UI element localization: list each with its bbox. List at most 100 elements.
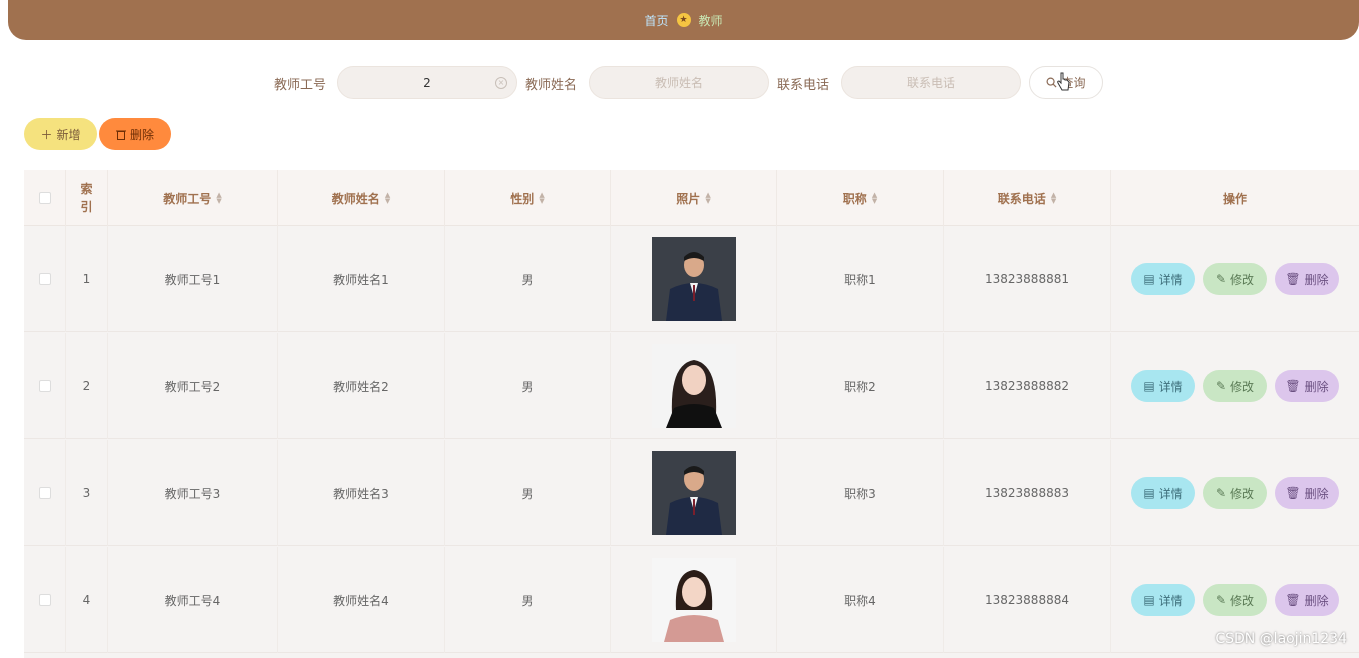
row-select[interactable] — [24, 440, 66, 546]
detail-label: 详情 — [1158, 486, 1183, 501]
row-checkbox[interactable] — [38, 487, 51, 499]
header-gender[interactable]: 性别 ▲ ▼ — [445, 170, 611, 226]
row-checkbox[interactable] — [38, 594, 51, 606]
sort-icon[interactable]: ▲ ▼ — [539, 192, 544, 205]
document-icon: ▤ — [1143, 272, 1155, 286]
delete-button[interactable]: 🗑 删除 — [1275, 584, 1339, 616]
header-photo[interactable]: 照片 ▲ ▼ — [611, 170, 777, 226]
sort-icon[interactable]: ▲ ▼ — [1051, 192, 1056, 205]
header-index: 索引 — [66, 170, 108, 226]
trash-icon — [115, 130, 126, 140]
row-teacher-id: 教师工号2 — [108, 333, 278, 439]
teacher-name-label: 教师姓名 — [525, 78, 578, 93]
row-actions: ▤ 详情 ✎ 修改 🗑 删除 — [1111, 440, 1359, 546]
delete-button[interactable]: 🗑 删除 — [1275, 477, 1339, 509]
row-phone: 13823888884 — [944, 547, 1111, 653]
header-title[interactable]: 职称 ▲ ▼ — [777, 170, 944, 226]
teacher-photo[interactable] — [651, 558, 736, 642]
row-actions: ▤ 详情 ✎ 修改 🗑 删除 — [1111, 333, 1359, 439]
row-photo-cell — [611, 333, 777, 439]
row-teacher-name: 教师姓名4 — [278, 547, 445, 653]
edit-label: 修改 — [1230, 272, 1255, 287]
phone-placeholder: 联系电话 — [906, 76, 955, 90]
delete-label: 删除 — [1304, 272, 1329, 287]
pencil-icon: ✎ — [1215, 486, 1227, 500]
sort-icon[interactable]: ▲ ▼ — [705, 192, 710, 205]
edit-button[interactable]: ✎ 修改 — [1203, 584, 1267, 616]
row-select[interactable] — [24, 547, 66, 653]
delete-label: 删除 — [1304, 593, 1329, 608]
delete-button[interactable]: 🗑 删除 — [1275, 263, 1339, 295]
teacher-id-input[interactable]: 2 × — [337, 66, 517, 99]
row-checkbox[interactable] — [38, 380, 51, 392]
row-teacher-name: 教师姓名3 — [278, 440, 445, 546]
teacher-photo[interactable] — [651, 451, 736, 535]
teacher-name-input[interactable]: 教师姓名 — [589, 66, 769, 99]
row-gender: 男 — [445, 440, 611, 546]
sort-icon[interactable]: ▲ ▼ — [216, 192, 221, 205]
teacher-photo[interactable] — [651, 344, 736, 428]
edit-label: 修改 — [1230, 486, 1255, 501]
header-teacher-name[interactable]: 教师姓名 ▲ ▼ — [278, 170, 445, 226]
detail-button[interactable]: ▤ 详情 — [1131, 263, 1195, 295]
detail-button[interactable]: ▤ 详情 — [1131, 584, 1195, 616]
clear-icon[interactable]: × — [495, 77, 507, 89]
breadcrumb-current: 教师 — [698, 13, 723, 28]
delete-label: 删除 — [1304, 486, 1329, 501]
sort-icon[interactable]: ▲ ▼ — [872, 192, 877, 205]
watermark: CSDN @laojin1234 — [1215, 631, 1347, 647]
header-select-all[interactable] — [24, 170, 66, 226]
teacher-id-label: 教师工号 — [274, 78, 327, 93]
teacher-photo[interactable] — [651, 237, 736, 321]
select-all-checkbox[interactable] — [38, 192, 51, 204]
plus-icon: ＋ — [40, 127, 53, 142]
edit-button[interactable]: ✎ 修改 — [1203, 370, 1267, 402]
row-teacher-name: 教师姓名2 — [278, 333, 445, 439]
row-teacher-id: 教师工号3 — [108, 440, 278, 546]
row-checkbox[interactable] — [38, 273, 51, 285]
pencil-icon: ✎ — [1215, 379, 1227, 393]
row-title: 职称4 — [777, 547, 944, 653]
document-icon: ▤ — [1143, 593, 1155, 607]
batch-delete-button[interactable]: 删除 — [99, 118, 171, 150]
phone-label: 联系电话 — [777, 78, 830, 93]
row-photo-cell — [611, 440, 777, 546]
pencil-icon: ✎ — [1215, 272, 1227, 286]
edit-button[interactable]: ✎ 修改 — [1203, 477, 1267, 509]
teacher-table: 索引 教师工号 ▲ ▼ 教师姓名 ▲ ▼ 性别 ▲ ▼ 照片 ▲ ▼ 职称 ▲ ▼ 联系电话 ▲ ▼ 操… — [24, 170, 1359, 658]
row-phone: 13823888882 — [944, 333, 1111, 439]
add-button[interactable]: ＋ 新增 — [24, 118, 97, 150]
header-teacher-id[interactable]: 教师工号 ▲ ▼ — [108, 170, 278, 226]
detail-button[interactable]: ▤ 详情 — [1131, 477, 1195, 509]
delete-label: 删除 — [1304, 379, 1329, 394]
page: 首页 ★ 教师 教师工号 2 × 教师姓名 教师姓名 联系电话 联系电话 查询 … — [0, 0, 1359, 658]
sort-icon[interactable]: ▲ ▼ — [385, 192, 390, 205]
row-phone: 13823888883 — [944, 440, 1111, 546]
breadcrumb-home[interactable]: 首页 — [644, 12, 668, 29]
row-phone: 13823888881 — [944, 226, 1111, 332]
row-photo-cell — [611, 226, 777, 332]
table-header: 索引 教师工号 ▲ ▼ 教师姓名 ▲ ▼ 性别 ▲ ▼ 照片 ▲ ▼ 职称 ▲ ▼ 联系电话 ▲ ▼ 操… — [24, 170, 1359, 226]
edit-button[interactable]: ✎ 修改 — [1203, 263, 1267, 295]
row-gender: 男 — [445, 226, 611, 332]
header-teacher-id-label: 教师工号 — [163, 191, 212, 206]
header-gender-label: 性别 — [510, 191, 535, 206]
phone-input[interactable]: 联系电话 — [841, 66, 1021, 99]
document-icon: ▤ — [1143, 486, 1155, 500]
table-row: 1 教师工号1 教师姓名1 男职称1 13823888881 ▤ 详情 ✎ 修改 🗑 删除 — [24, 226, 1359, 332]
delete-label: 删除 — [129, 127, 154, 142]
row-teacher-id: 教师工号4 — [108, 547, 278, 653]
table-row: 2 教师工号2 教师姓名2 男职称2 13823888882 ▤ 详情 ✎ 修改 🗑 删除 — [24, 333, 1359, 439]
header-teacher-name-label: 教师姓名 — [331, 191, 380, 206]
hand-cursor-icon — [1057, 72, 1070, 91]
table-row: 3 教师工号3 教师姓名3 男职称3 13823888883 ▤ 详情 ✎ 修改 🗑 删除 — [24, 440, 1359, 546]
row-select[interactable] — [24, 226, 66, 332]
delete-button[interactable]: 🗑 删除 — [1275, 370, 1339, 402]
row-title: 职称3 — [777, 440, 944, 546]
document-icon: ▤ — [1143, 379, 1155, 393]
row-select[interactable] — [24, 333, 66, 439]
row-gender: 男 — [445, 333, 611, 439]
detail-button[interactable]: ▤ 详情 — [1131, 370, 1195, 402]
header-phone[interactable]: 联系电话 ▲ ▼ — [944, 170, 1111, 226]
teacher-name-placeholder: 教师姓名 — [654, 76, 703, 90]
